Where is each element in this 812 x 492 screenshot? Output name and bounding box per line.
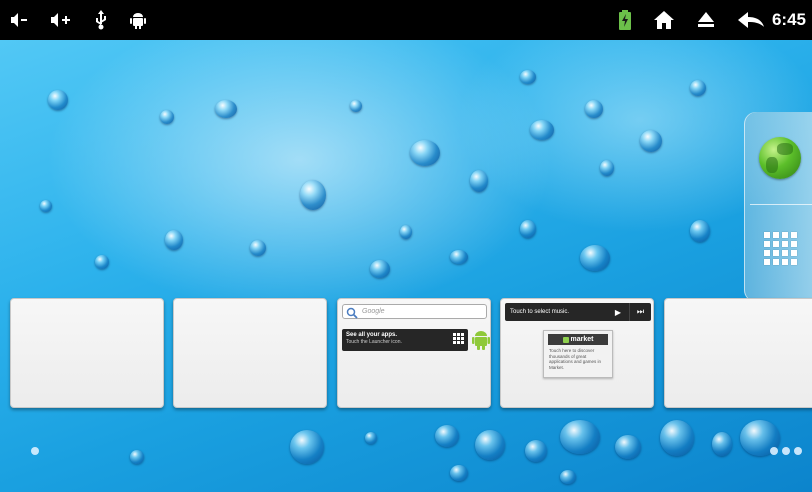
water-droplet	[615, 435, 641, 459]
water-droplet	[660, 420, 694, 456]
water-droplet	[290, 430, 324, 464]
home-screen-thumbnail-3[interactable]: Google See all your apps. Touch the Laun…	[337, 298, 491, 408]
water-droplet	[435, 425, 459, 447]
status-bar-notifications[interactable]	[0, 8, 146, 32]
android-debug-icon[interactable]	[130, 8, 146, 32]
dock-divider	[750, 204, 812, 205]
battery-charging-icon	[618, 8, 632, 32]
water-droplet	[95, 255, 109, 269]
launcher-tip-widget[interactable]: See all your apps. Touch the Launcher ic…	[342, 329, 468, 351]
water-droplet	[475, 430, 505, 460]
clock: 6:45	[771, 10, 806, 29]
water-droplet	[600, 160, 614, 176]
search-icon	[346, 306, 358, 319]
market-widget[interactable]: market Touch here to discover thousands …	[543, 330, 613, 378]
right-dock	[744, 112, 812, 302]
water-droplet	[365, 432, 377, 444]
water-droplet	[470, 170, 488, 192]
page-indicator-right-2[interactable]	[782, 447, 790, 455]
water-droplet	[450, 465, 468, 481]
app-drawer-grid-icon	[763, 231, 797, 265]
status-bar-system: 6:45	[618, 8, 812, 32]
browser-globe-icon	[759, 137, 801, 179]
water-droplet	[690, 220, 710, 242]
next-track-icon[interactable]: ⏭	[629, 303, 651, 321]
launcher-tip-title: See all your apps.	[346, 332, 398, 338]
water-droplet	[215, 100, 237, 118]
water-droplet	[450, 250, 468, 264]
music-widget[interactable]: Touch to select music. ▶ ⏭	[505, 303, 651, 321]
water-droplet	[585, 100, 603, 118]
launcher-tip-subtitle: Touch the Launcher icon.	[346, 339, 402, 345]
water-droplet	[560, 420, 600, 454]
market-logo-icon	[562, 336, 569, 343]
play-icon[interactable]: ▶	[607, 303, 629, 321]
home-screen-thumbnail-5[interactable]	[664, 298, 812, 408]
water-droplet	[400, 225, 412, 239]
page-indicator-right-3[interactable]	[794, 447, 802, 455]
launcher-grid-icon	[453, 333, 464, 344]
water-droplet	[520, 70, 536, 84]
home-screen-thumbnail-1[interactable]	[10, 298, 164, 408]
water-droplet	[530, 120, 554, 140]
search-placeholder: Google	[362, 308, 385, 315]
water-droplet	[410, 140, 440, 166]
volume-up-icon[interactable]	[50, 8, 72, 32]
market-name: market	[570, 336, 594, 343]
home-screen-previews: Google See all your apps. Touch the Laun…	[0, 298, 812, 410]
home-wallpaper	[0, 40, 812, 492]
android-robot-icon	[472, 329, 490, 351]
water-droplet	[712, 432, 732, 456]
status-bar: 6:45	[0, 0, 812, 40]
water-droplet	[160, 110, 174, 124]
water-droplet	[580, 245, 610, 271]
back-icon[interactable]	[737, 8, 764, 32]
water-droplet	[48, 90, 68, 110]
home-screen-thumbnail-2[interactable]	[173, 298, 327, 408]
water-droplet	[350, 100, 362, 112]
market-description: Touch here to discover thousands of grea…	[549, 348, 602, 370]
water-droplet	[560, 470, 576, 484]
music-prompt: Touch to select music.	[510, 309, 570, 315]
water-droplet	[165, 230, 183, 250]
water-droplet	[640, 130, 662, 152]
browser-button[interactable]	[758, 136, 802, 180]
home-icon[interactable]	[653, 8, 674, 32]
water-droplet	[525, 440, 547, 462]
water-droplet	[300, 180, 326, 210]
water-droplet	[370, 260, 390, 278]
water-droplet	[130, 450, 144, 464]
water-droplet	[250, 240, 266, 256]
page-indicator-left[interactable]	[31, 447, 39, 455]
volume-down-icon[interactable]	[10, 8, 28, 32]
market-header: market	[548, 334, 608, 345]
page-indicator-right-1[interactable]	[770, 447, 778, 455]
water-droplet	[520, 220, 536, 238]
home-screen-thumbnail-4[interactable]: Touch to select music. ▶ ⏭ market Touch …	[500, 298, 654, 408]
water-droplet	[40, 200, 52, 212]
eject-icon[interactable]	[696, 8, 716, 32]
google-search-widget[interactable]: Google	[342, 304, 487, 319]
usb-icon[interactable]	[94, 8, 108, 32]
app-drawer-button[interactable]	[758, 226, 802, 270]
water-droplet	[690, 80, 706, 96]
